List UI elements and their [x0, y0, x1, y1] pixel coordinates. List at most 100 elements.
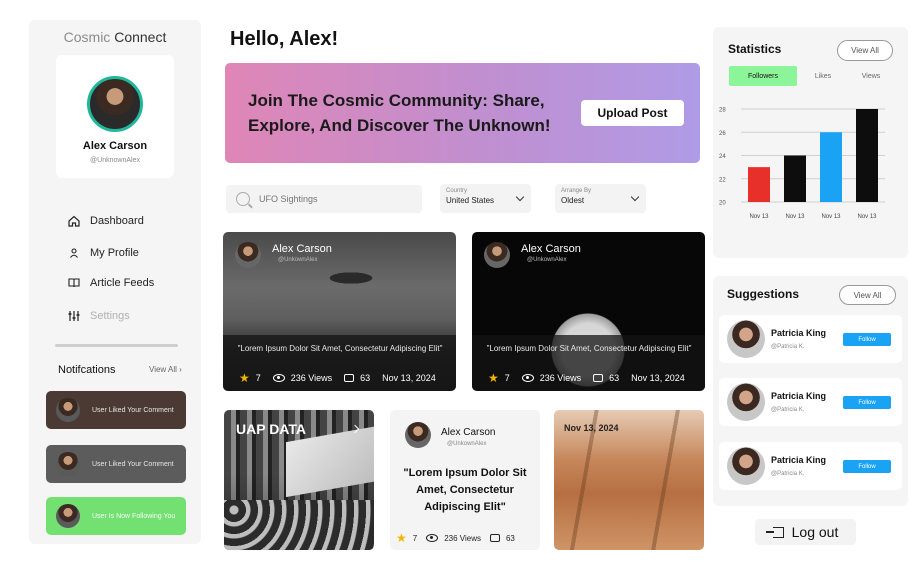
sliders-icon: [67, 309, 81, 323]
suggestions-view-all-button[interactable]: View All: [839, 285, 896, 305]
star-icon: ★: [396, 531, 407, 545]
notification-item[interactable]: User Liked Your Comment: [46, 391, 186, 429]
suggestions-title: Suggestions: [727, 287, 800, 301]
post-quote: "Lorem Ipsum Dolor Sit Amet, Consectetur…: [237, 344, 443, 353]
sidebar-item-article-feeds[interactable]: Article Feeds: [67, 273, 154, 293]
text-post-card[interactable]: Alex Carson @UnkownAlex "Lorem Ipsum Dol…: [390, 410, 540, 550]
post-meta: ★ 7 236 Views 63 Nov 13, 2024: [239, 371, 448, 385]
avatar[interactable]: [727, 383, 765, 421]
uap-data-card[interactable]: UAP DATA: [224, 410, 374, 550]
follow-button[interactable]: Follow: [843, 333, 891, 346]
post-card[interactable]: Alex Carson @UnkownAlex "Lorem Ipsum Dol…: [223, 232, 456, 391]
sidebar-item-label: Dashboard: [90, 215, 144, 227]
home-icon: [67, 214, 81, 228]
notification-item[interactable]: User Liked Your Comment: [46, 445, 186, 483]
post-quote: "Lorem Ipsum Dolor Sit Amet, Consectetur…: [403, 467, 527, 513]
sidebar-item-label: My Profile: [90, 247, 139, 259]
post-date: Nov 13, 2024: [382, 373, 436, 383]
book-icon: [67, 276, 81, 290]
statistics-title: Statistics: [728, 42, 782, 56]
country-label: Country: [446, 188, 468, 194]
sidebar-item-settings[interactable]: Settings: [67, 306, 130, 326]
profile-handle: @UnknownAlex: [90, 157, 140, 164]
suggestions-panel: Suggestions View All Patricia King @Patr…: [713, 276, 908, 506]
comment-count: 63: [609, 373, 620, 383]
sidebar: Cosmic Connect Alex Carson @UnknownAlex …: [29, 20, 201, 544]
y-tick-label: 28: [719, 108, 726, 114]
notification-text: User Liked Your Comment: [92, 460, 174, 468]
profile-name: Alex Carson: [82, 140, 148, 152]
comments[interactable]: 63: [489, 533, 515, 543]
user-icon: [67, 246, 81, 260]
comment-count: 63: [505, 533, 515, 543]
post-handle: @UnkownAlex: [447, 441, 487, 447]
mars-image-card[interactable]: Nov 13, 2024: [554, 410, 704, 550]
avatar[interactable]: [727, 447, 765, 485]
logout-icon: [765, 526, 784, 538]
view-count: 236 Views: [290, 373, 333, 383]
follow-button[interactable]: Follow: [843, 460, 891, 473]
bar: [856, 109, 878, 202]
suggestion-row: Patricia King @Patricia K. Follow: [719, 315, 902, 363]
join-banner: Join The Cosmic Community: Share, Explor…: [225, 63, 700, 163]
post-card[interactable]: Alex Carson @UnkownAlex "Lorem Ipsum Dol…: [472, 232, 705, 391]
bar: [748, 167, 770, 202]
tab-views[interactable]: Views: [849, 66, 893, 86]
arrange-select[interactable]: Arrange By Oldest: [555, 184, 646, 213]
views: 236 Views: [272, 373, 333, 383]
view-count: 236 Views: [539, 373, 582, 383]
notifications-view-all-link[interactable]: View All ›: [149, 365, 182, 374]
suggestion-handle: @Patricia K.: [771, 407, 805, 413]
search-icon: [236, 192, 250, 206]
star-icon: ★: [488, 371, 499, 385]
rating[interactable]: ★ 7: [488, 371, 510, 385]
avatar: [405, 422, 431, 448]
notification-item[interactable]: User Is Now Following You: [46, 497, 186, 535]
comments[interactable]: 63: [344, 373, 370, 383]
y-tick-label: 26: [719, 131, 726, 137]
post-handle: @UnkownAlex: [278, 257, 318, 263]
logout-button[interactable]: Log out: [755, 519, 856, 545]
eye-icon: [272, 374, 285, 382]
brand-part2: Connect: [114, 29, 167, 45]
country-select[interactable]: Country United States: [440, 184, 531, 213]
avatar[interactable]: [87, 76, 143, 132]
post-handle: @UnkownAlex: [527, 257, 567, 263]
upload-post-button[interactable]: Upload Post: [581, 100, 684, 126]
followers-bar-chart: 20 22 24 26 28 Nov 13 Nov 13 Nov 13 Nov 13: [719, 108, 885, 220]
search-input[interactable]: [259, 194, 409, 204]
follow-button[interactable]: Follow: [843, 396, 891, 409]
profile-card: Alex Carson @UnknownAlex: [56, 55, 174, 178]
tab-likes[interactable]: Likes: [801, 66, 845, 86]
notifications-title: Notifcations: [58, 364, 116, 376]
post-author: Alex Carson: [521, 243, 581, 255]
x-tick-label: Nov 13: [785, 214, 805, 220]
comment-count: 63: [360, 373, 371, 383]
page-title: Hello, Alex!: [230, 28, 339, 50]
comments[interactable]: 63: [593, 373, 619, 383]
avatar[interactable]: [727, 320, 765, 358]
suggestion-name: Patricia King: [771, 391, 827, 401]
rating[interactable]: ★ 7: [239, 371, 261, 385]
eye-icon: [521, 374, 534, 382]
suggestion-row: Patricia King @Patricia K. Follow: [719, 442, 902, 490]
avatar: [235, 242, 261, 268]
tab-followers[interactable]: Followers: [729, 66, 797, 86]
bar: [820, 132, 842, 202]
rating[interactable]: ★ 7: [396, 531, 417, 545]
post-quote: "Lorem Ipsum Dolor Sit Amet, Consectetur…: [486, 344, 692, 353]
sidebar-item-profile[interactable]: My Profile: [67, 243, 139, 263]
bar: [784, 155, 806, 202]
suggestion-handle: @Patricia K.: [771, 344, 805, 350]
banner-text: Join The Cosmic Community: Share, Explor…: [248, 91, 551, 135]
views: 236 Views: [521, 373, 582, 383]
audience-image: [224, 500, 374, 550]
brand-logo[interactable]: Cosmic Connect: [29, 29, 201, 45]
x-tick-label: Nov 13: [749, 214, 769, 220]
sidebar-item-dashboard[interactable]: Dashboard: [67, 211, 144, 231]
avatar: [56, 504, 80, 528]
post-author: Alex Carson: [272, 243, 332, 255]
y-tick-label: 24: [719, 154, 726, 160]
statistics-view-all-button[interactable]: View All: [837, 40, 893, 61]
views: 236 Views: [426, 534, 481, 543]
